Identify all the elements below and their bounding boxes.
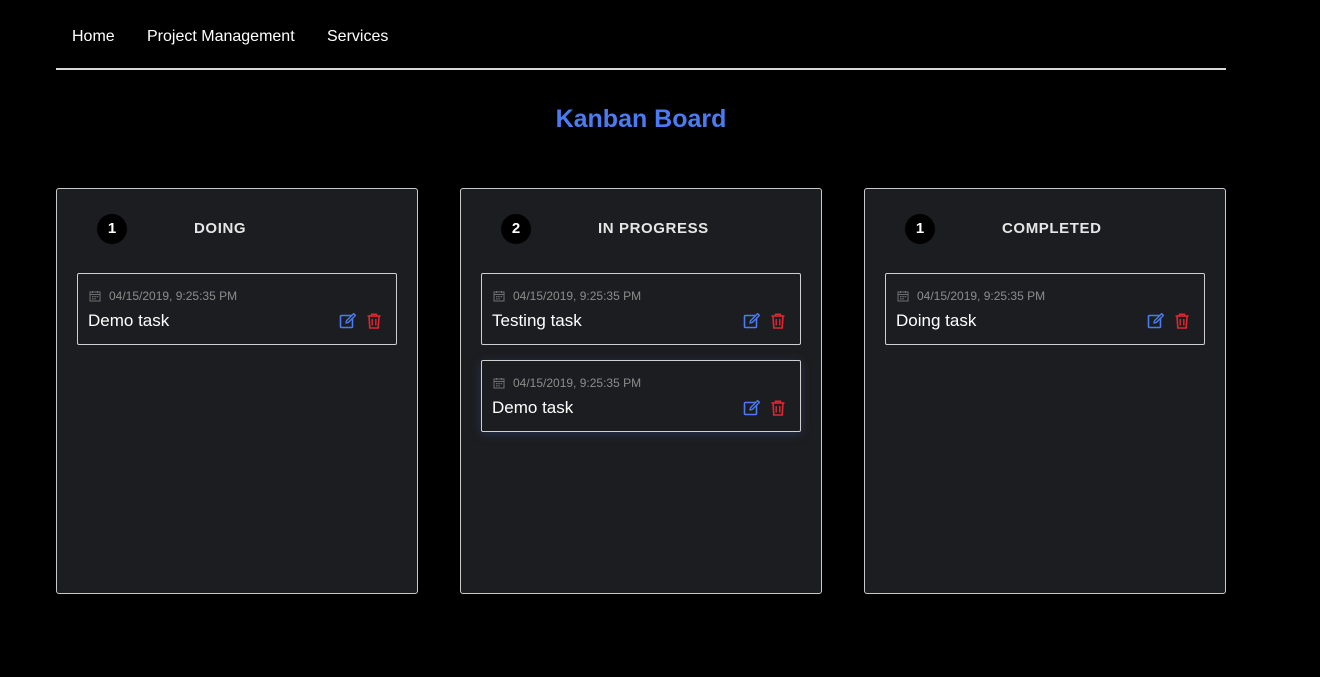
card-meta: 04/15/2019, 9:25:35 PM bbox=[493, 289, 641, 303]
column-doing: 1 DOING 04/15/2019, 9:25:35 PM Demo task bbox=[56, 188, 418, 594]
card-date: 04/15/2019, 9:25:35 PM bbox=[513, 376, 642, 390]
top-nav: Home Project Management Services bbox=[56, 0, 1226, 70]
column-count-badge: 1 bbox=[905, 214, 935, 244]
card-date: 04/15/2019, 9:25:35 PM bbox=[109, 289, 238, 303]
card-actions bbox=[743, 399, 787, 417]
edit-icon[interactable] bbox=[743, 399, 761, 417]
card-title: Testing task bbox=[492, 311, 582, 330]
trash-icon[interactable] bbox=[769, 312, 787, 330]
trash-icon[interactable] bbox=[769, 399, 787, 417]
column-count-badge: 2 bbox=[501, 214, 531, 244]
kanban-page: Home Project Management Services Kanban … bbox=[0, 0, 1320, 677]
nav-link-project-management[interactable]: Project Management bbox=[147, 28, 295, 46]
edit-icon[interactable] bbox=[1147, 312, 1165, 330]
column-title: IN PROGRESS bbox=[598, 220, 709, 237]
column-count-badge: 1 bbox=[97, 214, 127, 244]
nav-link-home[interactable]: Home bbox=[72, 28, 115, 46]
column-in-progress: 2 IN PROGRESS 04/15/2019, 9:25:35 PM Tes… bbox=[460, 188, 822, 594]
nav-link-services[interactable]: Services bbox=[327, 28, 388, 46]
card-actions bbox=[339, 312, 383, 330]
card-meta: 04/15/2019, 9:25:35 PM bbox=[897, 289, 1045, 303]
task-card[interactable]: 04/15/2019, 9:25:35 PM Testing task bbox=[481, 273, 801, 345]
edit-icon[interactable] bbox=[339, 312, 357, 330]
card-actions bbox=[1147, 312, 1191, 330]
page-title: Kanban Board bbox=[555, 105, 727, 133]
card-title: Demo task bbox=[492, 398, 574, 417]
column-title: DOING bbox=[194, 220, 247, 237]
calendar-icon bbox=[89, 291, 101, 302]
calendar-icon bbox=[493, 378, 505, 389]
column-title: COMPLETED bbox=[1002, 220, 1102, 237]
card-date: 04/15/2019, 9:25:35 PM bbox=[513, 289, 642, 303]
card-title: Demo task bbox=[88, 311, 170, 330]
card-title: Doing task bbox=[896, 311, 977, 330]
task-card[interactable]: 04/15/2019, 9:25:35 PM Demo task bbox=[77, 273, 397, 345]
task-card[interactable]: 04/15/2019, 9:25:35 PM Demo task bbox=[481, 360, 801, 432]
calendar-icon bbox=[897, 291, 909, 302]
card-meta: 04/15/2019, 9:25:35 PM bbox=[89, 289, 237, 303]
card-actions bbox=[743, 312, 787, 330]
task-card[interactable]: 04/15/2019, 9:25:35 PM Doing task bbox=[885, 273, 1205, 345]
calendar-icon bbox=[493, 291, 505, 302]
edit-icon[interactable] bbox=[743, 312, 761, 330]
card-date: 04/15/2019, 9:25:35 PM bbox=[917, 289, 1046, 303]
trash-icon[interactable] bbox=[1173, 312, 1191, 330]
column-completed: 1 COMPLETED 04/15/2019, 9:25:35 PM Doing… bbox=[864, 188, 1226, 594]
card-meta: 04/15/2019, 9:25:35 PM bbox=[493, 376, 641, 390]
trash-icon[interactable] bbox=[365, 312, 383, 330]
